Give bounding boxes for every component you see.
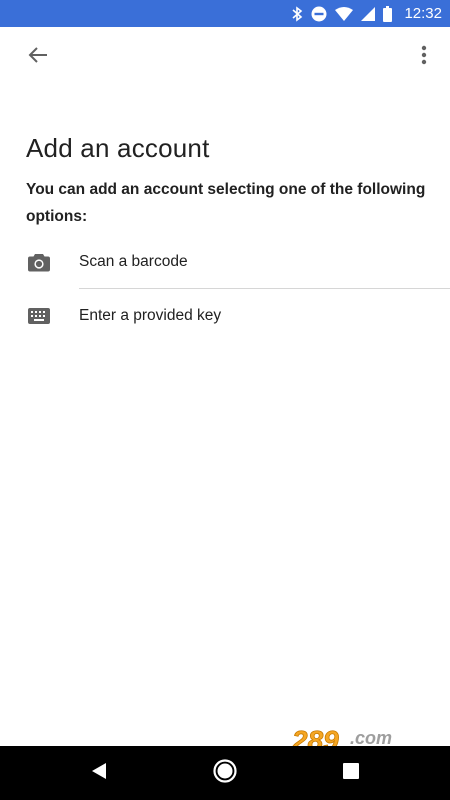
page-title: Add an account [26, 133, 210, 163]
enter-key-option[interactable]: Enter a provided key [0, 290, 450, 342]
nav-home-icon [212, 758, 238, 789]
enter-key-label: Enter a provided key [79, 307, 222, 324]
scan-barcode-label: Scan a barcode [79, 253, 188, 270]
scan-barcode-option[interactable]: Scan a barcode [0, 236, 450, 288]
nav-back-button[interactable] [84, 758, 114, 788]
nav-home-button[interactable] [210, 758, 240, 788]
status-icons: 12:32 [291, 0, 442, 27]
back-button[interactable] [22, 41, 54, 73]
page-description: You can add an account selecting one of … [26, 181, 426, 225]
svg-text:.com: .com [350, 728, 392, 748]
bluetooth-icon [291, 5, 303, 22]
app-bar [0, 27, 450, 85]
camera-icon [27, 250, 51, 274]
arrow-back-icon [28, 45, 48, 70]
wifi-icon [335, 6, 354, 21]
battery-icon [383, 5, 393, 22]
keyboard-icon [27, 304, 51, 328]
status-time: 12:32 [404, 5, 442, 22]
navigation-bar [0, 746, 450, 800]
status-bar: 12:32 [0, 0, 450, 27]
nav-recents-icon [343, 762, 359, 784]
more-vert-icon [421, 45, 427, 70]
nav-recents-button[interactable] [336, 758, 366, 788]
nav-back-icon [90, 762, 108, 785]
do-not-disturb-icon [311, 6, 327, 22]
overflow-menu-button[interactable] [410, 41, 438, 73]
divider [79, 288, 450, 289]
signal-icon [361, 6, 376, 21]
